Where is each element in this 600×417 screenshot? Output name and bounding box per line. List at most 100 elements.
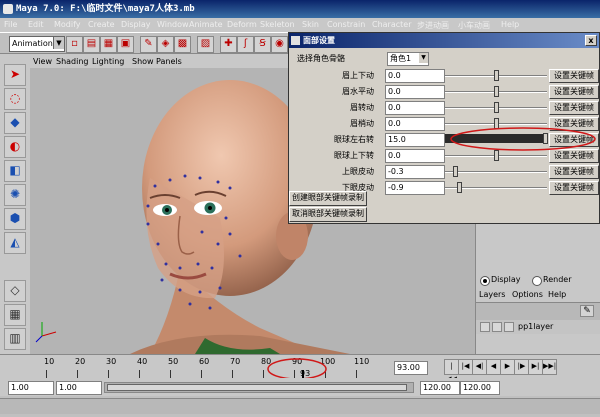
menu-window[interactable]: Window bbox=[157, 20, 189, 29]
select-by-type-icon[interactable]: ▨ bbox=[197, 36, 214, 53]
open-scene-icon[interactable]: ▤ bbox=[83, 36, 100, 53]
value-field[interactable]: 15.0 bbox=[385, 133, 445, 147]
visibility-toggle[interactable] bbox=[480, 322, 490, 332]
playback-start-field[interactable]: 1.00 bbox=[56, 381, 102, 395]
snap-point-icon[interactable]: Ꞩ bbox=[254, 36, 271, 53]
current-frame-field[interactable]: 93.00 bbox=[394, 361, 428, 375]
set-key-button[interactable]: 设置关键帧 bbox=[549, 69, 599, 83]
slider-track[interactable] bbox=[445, 171, 547, 173]
play-forward-icon[interactable]: ▶ bbox=[500, 359, 515, 375]
menu-modify[interactable]: Modify bbox=[54, 20, 81, 29]
component-mode-icon[interactable]: ▩ bbox=[174, 36, 191, 53]
menu-animate[interactable]: Animate bbox=[189, 20, 223, 29]
set-key-button[interactable]: 设置关键帧 bbox=[549, 101, 599, 115]
scale-tool-icon[interactable]: ◧ bbox=[4, 160, 26, 182]
hierarchy-icon[interactable]: ✎ bbox=[140, 36, 157, 53]
slider-thumb[interactable] bbox=[453, 166, 458, 177]
step-back-key-icon[interactable]: |◀ bbox=[458, 359, 473, 375]
vp-menu-view[interactable]: View bbox=[33, 57, 52, 66]
value-field[interactable]: 0.0 bbox=[385, 149, 445, 163]
vp-menu-panels[interactable]: Panels bbox=[156, 57, 182, 66]
menu-deform[interactable]: Deform bbox=[227, 20, 257, 29]
menu-constrain[interactable]: Constrain bbox=[327, 20, 365, 29]
role-select[interactable]: 角色1 ▼ bbox=[387, 52, 429, 66]
playback-end-field[interactable]: 120.00 bbox=[420, 381, 460, 395]
value-field[interactable]: 0.0 bbox=[385, 117, 445, 131]
snap-curve-icon[interactable]: ʃ bbox=[237, 36, 254, 53]
color-swatch[interactable] bbox=[504, 322, 514, 332]
set-key-button[interactable]: 设置关键帧 bbox=[549, 165, 599, 179]
move-tool-icon[interactable]: ◆ bbox=[4, 112, 26, 134]
snap-grid-icon[interactable]: ✚ bbox=[220, 36, 237, 53]
object-mode-icon[interactable]: ◈ bbox=[157, 36, 174, 53]
slider-thumb[interactable] bbox=[457, 182, 462, 193]
time-slider[interactable]: 10 20 30 40 50 60 70 80 90 100 110 93 93… bbox=[0, 354, 600, 383]
snap-plane-icon[interactable]: ◉ bbox=[271, 36, 288, 53]
go-to-start-icon[interactable]: |◀◀ bbox=[444, 359, 459, 383]
universal-tool-icon[interactable]: ✺ bbox=[4, 184, 26, 206]
template-toggle[interactable] bbox=[492, 322, 502, 332]
chevron-down-icon[interactable]: ▼ bbox=[53, 37, 64, 49]
close-button[interactable]: x bbox=[585, 35, 597, 46]
menu-file[interactable]: File bbox=[4, 20, 17, 29]
layers-menu[interactable]: Layers bbox=[479, 290, 505, 299]
persp-outliner-icon[interactable]: ▥ bbox=[4, 328, 26, 350]
vp-menu-shading[interactable]: Shading bbox=[56, 57, 89, 66]
range-track[interactable] bbox=[104, 382, 414, 393]
value-field[interactable]: 0.0 bbox=[385, 69, 445, 83]
menu-character[interactable]: Character bbox=[372, 20, 412, 29]
end-time-field[interactable]: 120.00 bbox=[460, 381, 500, 395]
help-menu[interactable]: Help bbox=[548, 290, 566, 299]
highlight-ellipse bbox=[450, 127, 596, 151]
value-field[interactable]: -0.9 bbox=[385, 181, 445, 195]
rotate-tool-icon[interactable]: ◐ bbox=[4, 136, 26, 158]
start-time-field[interactable]: 1.00 bbox=[8, 381, 54, 395]
vp-menu-lighting[interactable]: Lighting bbox=[92, 57, 124, 66]
menu-car-anim[interactable]: 小车动画 bbox=[458, 20, 490, 31]
tick-label: 30 bbox=[106, 357, 117, 366]
lasso-tool-icon[interactable]: ◌ bbox=[4, 88, 26, 110]
menu-step-anim[interactable]: 步进动画 bbox=[417, 20, 449, 31]
value-field[interactable]: 0.0 bbox=[385, 85, 445, 99]
vp-menu-show[interactable]: Show bbox=[132, 57, 154, 66]
menu-set-select[interactable]: Animation ▼ bbox=[9, 36, 65, 52]
cancel-eye-keyframe-button[interactable]: 取消眼部关键帧录制 bbox=[289, 207, 367, 222]
chevron-down-icon[interactable]: ▼ bbox=[419, 53, 428, 63]
new-scene-icon[interactable]: ▫ bbox=[66, 36, 83, 53]
menu-skin[interactable]: Skin bbox=[302, 20, 319, 29]
command-input[interactable] bbox=[0, 398, 600, 414]
display-radio[interactable] bbox=[480, 276, 490, 286]
render-radio[interactable] bbox=[532, 276, 542, 286]
layer-row[interactable]: pp1layer bbox=[476, 320, 600, 334]
menu-display[interactable]: Display bbox=[121, 20, 151, 29]
menu-skeleton[interactable]: Skeleton bbox=[260, 20, 295, 29]
slider-thumb[interactable] bbox=[494, 86, 499, 97]
menu-help[interactable]: Help bbox=[501, 20, 519, 29]
snap-icon[interactable]: ▣ bbox=[117, 36, 134, 53]
menu-create[interactable]: Create bbox=[88, 20, 115, 29]
options-menu[interactable]: Options bbox=[512, 290, 543, 299]
new-layer-icon[interactable]: ✎ bbox=[580, 305, 594, 317]
set-key-button[interactable]: 设置关键帧 bbox=[549, 181, 599, 195]
soft-mod-tool-icon[interactable]: ⬢ bbox=[4, 208, 26, 230]
single-view-icon[interactable]: ◇ bbox=[4, 280, 26, 302]
range-handle[interactable] bbox=[107, 384, 407, 391]
step-forward-icon[interactable]: |▶ bbox=[514, 359, 529, 375]
menu-edit[interactable]: Edit bbox=[28, 20, 44, 29]
value-field[interactable]: -0.3 bbox=[385, 165, 445, 179]
set-key-button[interactable]: 设置关键帧 bbox=[549, 85, 599, 99]
four-view-icon[interactable]: ▦ bbox=[4, 304, 26, 326]
dialog-title-bar[interactable]: 面部设置 x bbox=[289, 33, 599, 48]
value-field[interactable]: 0.0 bbox=[385, 101, 445, 115]
step-back-icon[interactable]: ◀| bbox=[472, 359, 487, 375]
step-forward-key-icon[interactable]: ▶| bbox=[528, 359, 543, 375]
create-eye-keyframe-button[interactable]: 创建眼部关键帧录制 bbox=[289, 191, 367, 206]
play-back-icon[interactable]: ◀ bbox=[486, 359, 501, 375]
tick-mark bbox=[46, 370, 47, 378]
save-scene-icon[interactable]: ▦ bbox=[100, 36, 117, 53]
slider-thumb[interactable] bbox=[494, 70, 499, 81]
select-tool-icon[interactable]: ➤ bbox=[4, 64, 26, 86]
slider-thumb[interactable] bbox=[494, 102, 499, 113]
go-to-end-icon[interactable]: ▶▶| bbox=[542, 359, 557, 375]
show-manip-icon[interactable]: ◭ bbox=[4, 232, 26, 254]
